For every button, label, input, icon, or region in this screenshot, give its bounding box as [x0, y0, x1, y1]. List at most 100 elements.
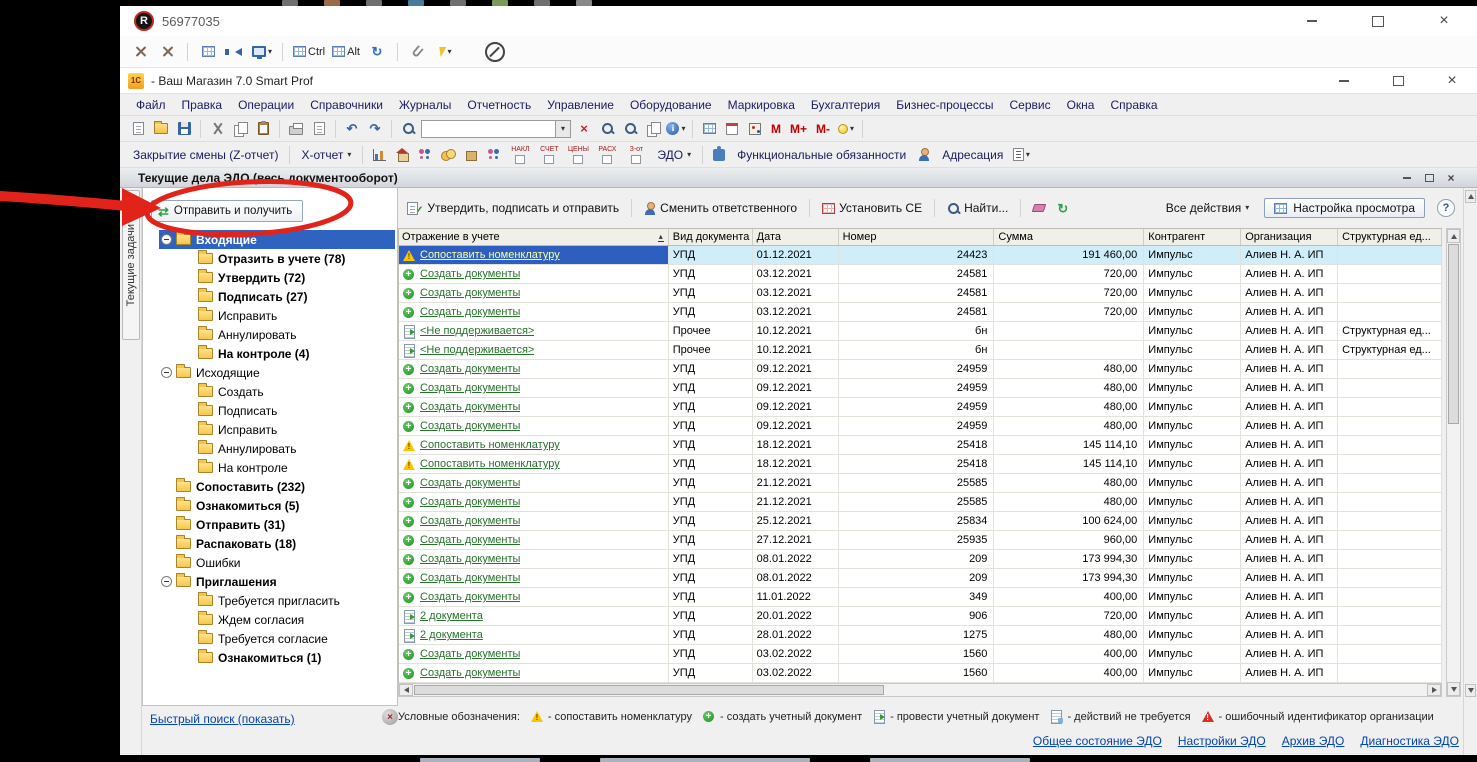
table-row[interactable]: Создать документы УПД 03.12.2021 24581 7… — [399, 303, 1442, 322]
scrollbar-thumb[interactable] — [414, 685, 884, 695]
maximize-button[interactable] — [1365, 12, 1391, 30]
scroll-up-icon[interactable] — [1447, 229, 1460, 243]
scroll-up-icon[interactable] — [1465, 190, 1476, 203]
column-header-organization[interactable]: Организация — [1241, 229, 1338, 245]
app-minimize-button[interactable] — [1331, 72, 1357, 90]
row-action-link[interactable]: Создать документы — [420, 306, 520, 318]
menu-item[interactable]: Окна — [1059, 96, 1103, 114]
row-action-link[interactable]: Создать документы — [420, 572, 520, 584]
tree-item[interactable]: Ждем согласия — [159, 610, 395, 629]
menu-item[interactable]: Отчетность — [459, 96, 539, 114]
table-row[interactable]: Создать документы УПД 03.12.2021 24581 7… — [399, 284, 1442, 303]
tree-item[interactable]: На контроле — [159, 458, 395, 477]
x-report-button[interactable]: X-отчет▾ — [296, 148, 356, 162]
trade-mini-button[interactable]: ЦЕНЫ — [565, 146, 591, 164]
tree-item[interactable]: Исправить — [159, 420, 395, 439]
column-header-date[interactable]: Дата — [753, 229, 839, 245]
grid-view-icon[interactable] — [198, 42, 218, 62]
edo-menu-button[interactable]: ЭДО▾ — [652, 148, 696, 162]
expander-icon[interactable] — [161, 576, 172, 587]
row-action-link[interactable]: Создать документы — [420, 401, 520, 413]
trade-mini-button[interactable]: РАСХ — [594, 146, 620, 164]
send-ctrl-button[interactable]: Ctrl — [293, 42, 325, 62]
info-icon[interactable]: i▾ — [666, 119, 686, 139]
mdi-restore-button[interactable] — [1421, 171, 1437, 184]
attach-icon[interactable] — [408, 42, 428, 62]
footer-link[interactable]: Диагностика ЭДО — [1360, 734, 1459, 748]
scroll-right-icon[interactable] — [1427, 684, 1441, 696]
menu-item[interactable]: Справка — [1102, 96, 1165, 114]
table-row[interactable]: Создать документы УПД 09.12.2021 24959 4… — [399, 398, 1442, 417]
tree-item[interactable]: Исходящие — [159, 363, 395, 382]
row-action-link[interactable]: Сопоставить номенклатуру — [420, 458, 560, 470]
row-action-link[interactable]: Сопоставить номенклатуру — [420, 439, 560, 451]
mdi-close-button[interactable] — [1443, 171, 1459, 184]
find-button[interactable]: Найти... — [944, 200, 1011, 216]
table-row[interactable]: Создать документы УПД 09.12.2021 24959 4… — [399, 379, 1442, 398]
expander-icon[interactable] — [161, 234, 172, 245]
quick-search-link[interactable]: Быстрый поиск (показать) — [150, 712, 295, 726]
tree-item[interactable]: Исправить — [159, 306, 395, 325]
table-row[interactable]: Создать документы УПД 08.01.2022 209 173… — [399, 550, 1442, 569]
help-button[interactable]: ? — [1437, 199, 1455, 217]
quick-command-combobox[interactable]: ▾ — [421, 120, 571, 138]
trade-mini-button[interactable]: НАКЛ — [507, 146, 533, 164]
counterparties-icon[interactable] — [415, 145, 435, 165]
table-row[interactable]: Создать документы УПД 08.01.2022 209 173… — [399, 569, 1442, 588]
table-row[interactable]: Сопоставить номенклатуру УПД 18.12.2021 … — [399, 436, 1442, 455]
menu-item[interactable]: Оборудование — [622, 96, 720, 114]
menu-item[interactable]: Маркировка — [720, 96, 803, 114]
calendar-icon[interactable] — [722, 119, 742, 139]
print-preview-icon[interactable] — [309, 119, 329, 139]
row-action-link[interactable]: 2 документа — [420, 610, 483, 622]
table-row[interactable]: Создать документы УПД 25.12.2021 25834 1… — [399, 512, 1442, 531]
scroll-down-icon[interactable] — [1465, 684, 1476, 697]
tab-current-tasks[interactable]: Текущие задачи — [122, 190, 140, 340]
menu-item[interactable]: Файл — [128, 96, 174, 114]
menu-item[interactable]: Журналы — [391, 96, 459, 114]
app-close-button[interactable] — [1439, 72, 1465, 90]
save-icon[interactable] — [174, 119, 194, 139]
calculator-icon[interactable] — [745, 119, 765, 139]
scrollbar-thumb[interactable] — [1448, 244, 1459, 424]
menu-item[interactable]: Бизнес-процессы — [888, 96, 1001, 114]
copy-icon[interactable] — [230, 119, 250, 139]
row-action-link[interactable]: Создать документы — [420, 591, 520, 603]
refresh-list-button[interactable]: ↻ — [1054, 201, 1071, 216]
memory-minus-button[interactable]: М- — [813, 122, 833, 136]
row-action-link[interactable]: Создать документы — [420, 382, 520, 394]
all-actions-button[interactable]: Все действия ▾ — [1163, 200, 1252, 216]
trade-mini-button[interactable]: СЧЕТ — [536, 146, 562, 164]
table-row[interactable]: 2 документа УПД 20.01.2022 906 720,00 Им… — [399, 607, 1442, 626]
clear-filter-button[interactable] — [1030, 203, 1048, 213]
staff-icon[interactable] — [484, 145, 504, 165]
trade-mini-button[interactable]: З-от — [623, 146, 649, 164]
footer-link[interactable]: Общее состояние ЭДО — [1033, 734, 1162, 748]
table-row[interactable]: Создать документы УПД 21.12.2021 25585 4… — [399, 493, 1442, 512]
open-icon[interactable] — [151, 119, 171, 139]
redo-icon[interactable]: ↷ — [365, 119, 385, 139]
memory-plus-button[interactable]: М+ — [787, 122, 810, 136]
menu-item[interactable]: Справочники — [302, 96, 391, 114]
row-action-link[interactable]: <Не поддерживается> — [420, 325, 534, 337]
app-restore-button[interactable] — [1385, 72, 1411, 90]
table-row[interactable]: Создать документы УПД 03.02.2022 1560 40… — [399, 664, 1442, 683]
footer-link[interactable]: Настройки ЭДО — [1178, 734, 1266, 748]
refresh-icon[interactable]: ↻ — [367, 42, 387, 62]
tree-item[interactable]: Отразить в учете (78) — [159, 249, 395, 268]
table-row[interactable]: Создать документы УПД 09.12.2021 24959 4… — [399, 360, 1442, 379]
menu-item[interactable]: Бухгалтерия — [803, 96, 888, 114]
tools-icon[interactable] — [157, 42, 177, 62]
column-header-number[interactable]: Номер — [839, 229, 995, 245]
tree-item[interactable]: Создать — [159, 382, 395, 401]
monitor-select-icon[interactable]: ▾ — [252, 42, 272, 62]
row-action-link[interactable]: Сопоставить номенклатуру — [420, 249, 560, 261]
z-report-button[interactable]: Закрытие смены (Z-отчет) — [128, 148, 283, 162]
column-header-structural-unit[interactable]: Структурная ед... — [1338, 229, 1442, 245]
print-icon[interactable] — [286, 119, 306, 139]
memory-button[interactable]: М — [768, 122, 784, 136]
send-and-receive-button[interactable]: ⇄ Отправить и получить — [151, 200, 303, 222]
clear-combobox-icon[interactable]: × — [574, 119, 594, 139]
menu-item[interactable]: Сервис — [1002, 96, 1059, 114]
sort-ascending-icon[interactable]: ▴ — [658, 233, 664, 242]
